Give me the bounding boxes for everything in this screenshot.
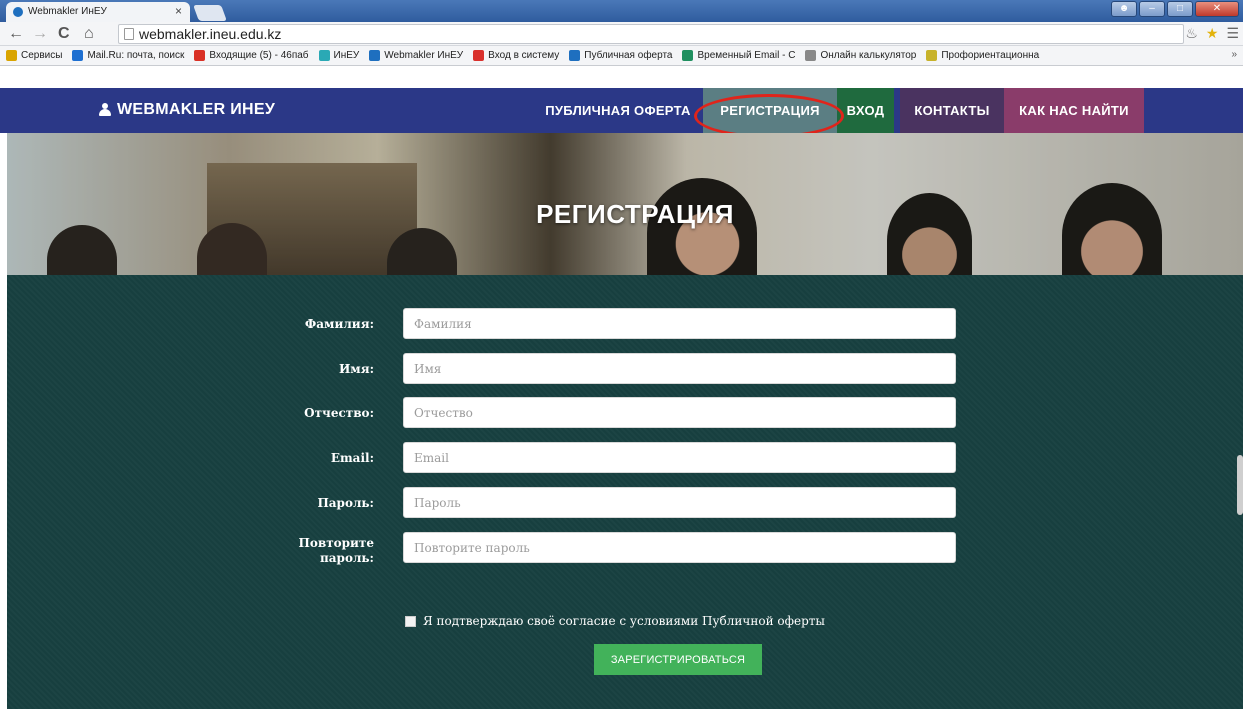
brand-text: WEBMAKLER ИНЕУ xyxy=(117,101,276,118)
lastname-label: Фамилия: xyxy=(304,317,374,331)
browser-titlebar: Webmakler ИнЕУ × ☻ – □ ✕ xyxy=(0,0,1243,22)
bookmark-label: Входящие (5) - 46паб xyxy=(209,50,309,61)
minimize-icon[interactable]: – xyxy=(1139,1,1165,17)
nav-contacts[interactable]: КОНТАКТЫ xyxy=(900,88,1004,133)
registration-form: Фамилия: Имя: Отчество: Email: Пароль: П… xyxy=(7,275,1243,709)
window-controls: ☻ – □ ✕ xyxy=(1111,1,1239,17)
close-window-icon[interactable]: ✕ xyxy=(1195,1,1239,17)
bookmark-item[interactable]: Временный Email - С xyxy=(682,50,795,61)
new-tab-button[interactable] xyxy=(193,5,227,21)
bookmark-icon xyxy=(805,50,817,61)
menu-icon[interactable]: ☰ xyxy=(1226,25,1239,42)
nav-registration[interactable]: РЕГИСТРАЦИЯ xyxy=(703,88,837,133)
site-favicon-icon xyxy=(13,7,23,17)
bookmark-item[interactable]: Онлайн калькулятор xyxy=(805,50,916,61)
bookmark-label: Webmakler ИнЕУ xyxy=(384,50,464,61)
patronymic-input[interactable] xyxy=(403,397,956,428)
bookmark-label: Профориентационна xyxy=(941,50,1040,61)
bookmark-icon xyxy=(682,50,694,61)
bookmark-icon xyxy=(473,50,485,61)
tab-title: Webmakler ИнЕУ xyxy=(28,6,107,17)
bookmark-label: Временный Email - С xyxy=(697,50,796,61)
bookmark-label: Сервисы xyxy=(21,50,63,61)
bookmark-label: Онлайн калькулятор xyxy=(820,50,917,61)
bookmarks-bar: Сервисы Mail.Ru: почта, поиск Входящие (5)… xyxy=(0,46,1243,66)
bookmark-label: Вход в систему xyxy=(488,50,560,61)
email-label: Email: xyxy=(330,451,374,465)
page-scrollbar[interactable] xyxy=(1237,455,1243,515)
forward-icon[interactable]: → xyxy=(32,24,48,44)
bookmark-icon xyxy=(369,50,381,61)
lastname-input[interactable] xyxy=(403,308,956,339)
page-title: РЕГИСТРАЦИЯ xyxy=(536,199,734,229)
nav-public-offer[interactable]: ПУБЛИЧНАЯ ОФЕРТА xyxy=(533,88,703,133)
firstname-input[interactable] xyxy=(403,353,956,384)
consent-checkbox[interactable] xyxy=(405,615,416,627)
bookmarks-more-icon[interactable]: » xyxy=(1231,49,1237,60)
user-icon xyxy=(99,103,111,116)
firstname-label: Имя: xyxy=(338,362,374,376)
bookmark-icon xyxy=(6,50,17,61)
nav-find-us[interactable]: КАК НАС НАЙТИ xyxy=(1004,88,1144,133)
bookmark-item[interactable]: Webmakler ИнЕУ xyxy=(369,50,463,61)
bookmark-icon xyxy=(72,50,84,61)
maximize-icon[interactable]: □ xyxy=(1167,1,1193,17)
bookmark-star-icon[interactable]: ★ xyxy=(1206,25,1219,42)
reload-icon[interactable]: C xyxy=(58,24,70,44)
register-submit-button[interactable]: ЗАРЕГИСТРИРОВАТЬСЯ xyxy=(594,644,762,675)
browser-tab[interactable]: Webmakler ИнЕУ × xyxy=(6,2,190,22)
bookmark-icon xyxy=(318,50,330,61)
bookmark-label: ИнЕУ xyxy=(333,50,360,61)
address-bar[interactable]: webmakler.ineu.edu.kz xyxy=(118,24,1184,44)
site-brand[interactable]: WEBMAKLER ИНЕУ xyxy=(99,101,275,119)
bookmark-item[interactable]: Входящие (5) - 46паб xyxy=(194,50,309,61)
home-icon[interactable]: ⌂ xyxy=(84,24,94,44)
url-text: webmakler.ineu.edu.kz xyxy=(139,26,282,42)
user-profile-icon[interactable]: ☻ xyxy=(1111,1,1137,17)
bookmark-item[interactable]: Сервисы xyxy=(6,50,62,61)
bookmark-item[interactable]: Профориентационна xyxy=(926,50,1039,61)
extension-icon[interactable]: ♨ xyxy=(1185,25,1198,42)
bookmark-item[interactable]: Mail.Ru: почта, поиск xyxy=(72,50,184,61)
bookmark-label: Mail.Ru: почта, поиск xyxy=(87,50,185,61)
hero-banner: РЕГИСТРАЦИЯ xyxy=(7,133,1243,275)
bookmark-label: Публичная оферта xyxy=(584,50,673,61)
tab-close-icon[interactable]: × xyxy=(175,4,182,18)
consent-text: Я подтверждаю своё согласие с условиями … xyxy=(423,614,825,628)
bookmark-icon xyxy=(926,50,938,61)
password-label: Пароль: xyxy=(317,496,374,510)
bookmark-item[interactable]: Публичная оферта xyxy=(569,50,672,61)
back-icon[interactable]: ← xyxy=(8,24,24,44)
bookmark-item[interactable]: ИнЕУ xyxy=(318,50,360,61)
nav-login[interactable]: ВХОД xyxy=(837,88,894,133)
site-navbar: WEBMAKLER ИНЕУ ПУБЛИЧНАЯ ОФЕРТА РЕГИСТРА… xyxy=(0,88,1243,133)
patronymic-label: Отчество: xyxy=(304,406,374,420)
password-repeat-label: Повторите пароль: xyxy=(298,536,374,565)
email-input[interactable] xyxy=(403,442,956,473)
password-repeat-input[interactable] xyxy=(403,532,956,563)
bookmark-item[interactable]: Вход в систему xyxy=(473,50,559,61)
bookmark-icon xyxy=(569,50,581,61)
page-icon xyxy=(124,28,134,40)
bookmark-icon xyxy=(194,50,206,61)
browser-toolbar: ← → C ⌂ webmakler.ineu.edu.kz ♨ ★ ☰ xyxy=(0,22,1243,46)
consent-checkbox-row[interactable]: Я подтверждаю своё согласие с условиями … xyxy=(405,614,825,628)
toolbar-right: ♨ ★ ☰ xyxy=(1185,25,1239,42)
password-input[interactable] xyxy=(403,487,956,518)
